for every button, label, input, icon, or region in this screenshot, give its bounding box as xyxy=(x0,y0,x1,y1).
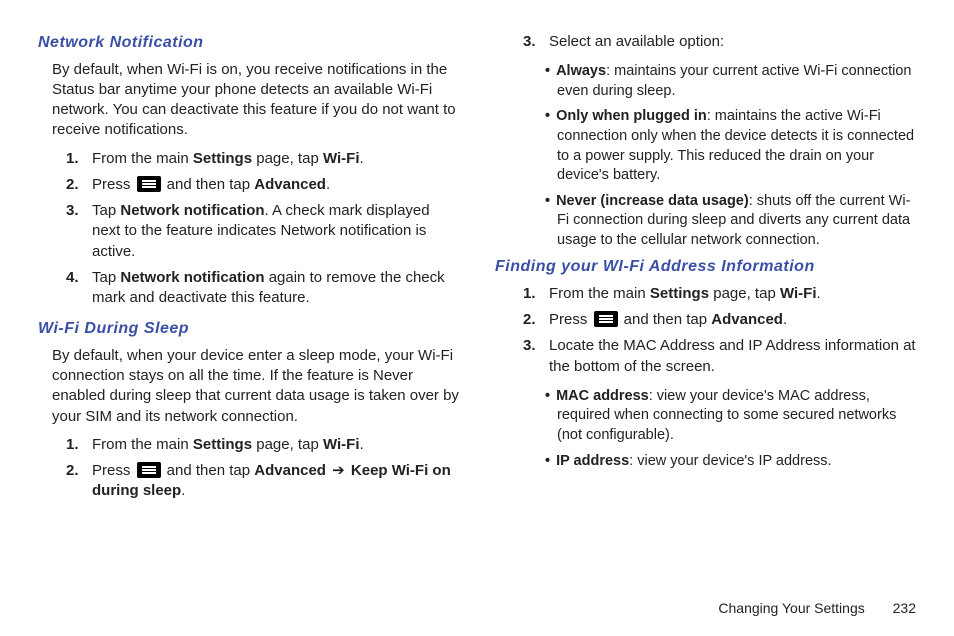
step-2: 2. Press and then tap Advanced. xyxy=(38,175,459,195)
bold: Advanced xyxy=(254,176,326,193)
option-never: Never (increase data usage): shuts off t… xyxy=(495,192,916,251)
intro-wifi-sleep: By default, when your device enter a sle… xyxy=(52,346,459,427)
step-2: 2.Press and then tap Advanced ➔ Keep Wi-… xyxy=(38,461,459,502)
txt: Tap xyxy=(92,202,120,219)
txt: Locate the MAC Address and IP Address in… xyxy=(549,337,916,374)
steps-network-notification: 1. From the main Settings page, tap Wi-Fi… xyxy=(38,149,459,309)
step-1: 1. From the main Settings page, tap Wi-Fi… xyxy=(38,149,459,169)
step-number: 4. xyxy=(66,268,86,288)
section-heading-network-notification: Network Notification xyxy=(38,32,459,54)
left-column: Network Notification By default, when Wi… xyxy=(38,32,459,512)
step-number: 1. xyxy=(66,435,86,455)
step-3: 3.Tap Network notification. A check mark… xyxy=(38,201,459,262)
option-always: Always: maintains your current active Wi… xyxy=(495,62,916,101)
txt: page, tap xyxy=(252,436,323,453)
bold: IP address xyxy=(556,453,629,469)
intro-network-notification: By default, when Wi-Fi is on, you receiv… xyxy=(52,60,459,141)
txt: and then tap xyxy=(163,176,255,193)
menu-key-icon xyxy=(137,176,161,192)
txt: . xyxy=(783,311,787,328)
bold: MAC address xyxy=(556,388,649,404)
page-number: 232 xyxy=(893,600,916,616)
step-number: 1. xyxy=(66,149,86,169)
step-number: 2. xyxy=(523,310,543,330)
txt: and then tap xyxy=(620,311,712,328)
right-column: 3. Select an available option: Always: ma… xyxy=(495,32,916,512)
bold: Network notification xyxy=(120,269,264,286)
txt: From the main xyxy=(92,436,193,453)
step-number: 2. xyxy=(66,175,86,195)
bold: Settings xyxy=(650,285,709,302)
step-number: 1. xyxy=(523,284,543,304)
txt: . xyxy=(326,176,330,193)
section-heading-find-address: Finding your WI-Fi Address Information xyxy=(495,256,916,278)
bold: Settings xyxy=(193,436,252,453)
steps-wifi-sleep: 1. From the main Settings page, tap Wi-Fi… xyxy=(38,435,459,502)
menu-key-icon xyxy=(137,462,161,478)
menu-key-icon xyxy=(594,311,618,327)
step-number: 3. xyxy=(523,336,543,356)
txt: Select an available option: xyxy=(549,33,724,50)
document-page: Network Notification By default, when Wi… xyxy=(0,0,954,636)
steps-find-address: 1. From the main Settings page, tap Wi-Fi… xyxy=(495,284,916,377)
step-3: 3. Locate the MAC Address and IP Address … xyxy=(495,336,916,377)
txt: From the main xyxy=(549,285,650,302)
txt: page, tap xyxy=(252,150,323,167)
bold: Advanced xyxy=(254,462,326,479)
txt: page, tap xyxy=(709,285,780,302)
bold: Advanced xyxy=(711,311,783,328)
footer-chapter-title: Changing Your Settings xyxy=(718,600,864,616)
step-1: 1. From the main Settings page, tap Wi-Fi… xyxy=(38,435,459,455)
bullet-mac-address: MAC address: view your device's MAC addr… xyxy=(495,387,916,446)
two-column-layout: Network Notification By default, when Wi… xyxy=(38,32,916,512)
step-4: 4.Tap Network notification again to remo… xyxy=(38,268,459,309)
step-2: 2. Press and then tap Advanced. xyxy=(495,310,916,330)
txt: and then tap xyxy=(163,462,255,479)
step-number: 2. xyxy=(66,461,86,481)
step-number: 3. xyxy=(523,32,543,52)
bold: Wi-Fi xyxy=(323,150,360,167)
options-wifi-sleep: Always: maintains your current active Wi… xyxy=(495,62,916,250)
txt: From the main xyxy=(92,150,193,167)
section-heading-wifi-sleep: Wi-Fi During Sleep xyxy=(38,318,459,340)
txt: Press xyxy=(92,176,135,193)
step-1: 1. From the main Settings page, tap Wi-Fi… xyxy=(495,284,916,304)
bullets-address-info: MAC address: view your device's MAC addr… xyxy=(495,387,916,471)
bold: Always xyxy=(556,63,606,79)
txt: : maintains your current active Wi-Fi co… xyxy=(557,63,911,99)
txt xyxy=(326,462,330,479)
txt: Tap xyxy=(92,269,120,286)
txt: . xyxy=(360,436,364,453)
txt: : view your device's IP address. xyxy=(629,453,831,469)
step-number: 3. xyxy=(66,201,86,221)
bold: Wi-Fi xyxy=(323,436,360,453)
page-footer: Changing Your Settings 232 xyxy=(38,593,916,636)
step-3: 3. Select an available option: xyxy=(495,32,916,52)
bullet-ip-address: IP address: view your device's IP addres… xyxy=(495,452,916,472)
steps-wifi-sleep-continued: 3. Select an available option: xyxy=(495,32,916,52)
txt: . xyxy=(817,285,821,302)
bold: Never (increase data usage) xyxy=(556,193,749,209)
txt: Press xyxy=(549,311,592,328)
bold: Network notification xyxy=(120,202,264,219)
arrow-icon: ➔ xyxy=(332,462,345,479)
bold: Only when plugged in xyxy=(556,108,707,124)
txt: Press xyxy=(92,462,135,479)
txt: . xyxy=(360,150,364,167)
bold: Settings xyxy=(193,150,252,167)
txt: . xyxy=(181,482,185,499)
bold: Wi-Fi xyxy=(780,285,817,302)
option-plugged-in: Only when plugged in: maintains the acti… xyxy=(495,107,916,185)
